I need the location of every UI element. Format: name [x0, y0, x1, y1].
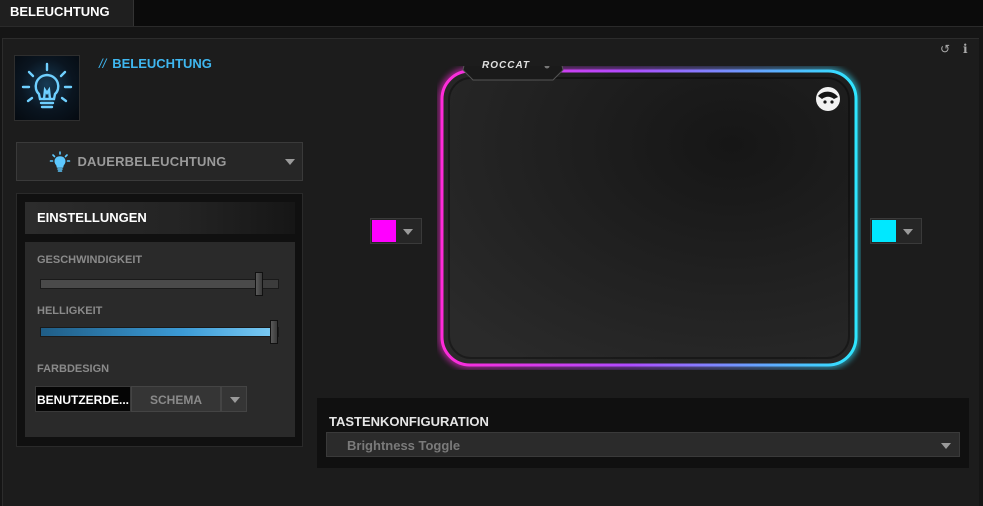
custom-design-button[interactable]: BENUTZERDE... [35, 386, 131, 412]
chevron-down-icon [941, 443, 951, 449]
speed-slider[interactable] [40, 272, 279, 296]
key-configuration-value: Brightness Toggle [347, 438, 461, 453]
top-tab-bar: BELEUCHTUNG [0, 0, 983, 27]
brightness-label: HELLIGKEIT [37, 305, 103, 317]
chevron-down-icon [285, 159, 295, 165]
colordesign-dropdown-button[interactable] [221, 386, 247, 412]
lightbulb-icon [21, 62, 73, 109]
info-icon[interactable]: i [963, 42, 968, 56]
lighting-icon-box [14, 55, 80, 121]
chevron-down-icon [903, 229, 913, 235]
mousepad-illustration [438, 51, 860, 369]
key-configuration-title: TASTENKONFIGURATION [329, 414, 489, 429]
brightness-slider-thumb[interactable] [270, 320, 278, 344]
colordesign-label: FARBDESIGN [37, 363, 110, 375]
mousepad-brand-text: ROCCAT [482, 60, 531, 71]
speed-slider-thumb[interactable] [255, 272, 263, 296]
page-title: // BELEUCHTUNG [99, 56, 212, 71]
mousepad-preview [437, 51, 861, 370]
scheme-button[interactable]: SCHEMA [131, 386, 221, 412]
tab-beleuchtung[interactable]: BELEUCHTUNG [0, 0, 134, 26]
brightness-slider[interactable] [40, 320, 279, 344]
speed-slider-fill [41, 280, 259, 288]
chevron-down-icon [403, 229, 413, 235]
chevron-down-icon [230, 397, 240, 403]
speed-label: GESCHWINDIGKEIT [37, 254, 143, 266]
right-color-picker[interactable] [870, 218, 922, 244]
lighting-mode-label: DAUERBELEUCHTUNG [77, 154, 227, 169]
settings-header: EINSTELLUNGEN [25, 202, 295, 234]
roccat-logo-icon [816, 87, 840, 111]
page-title-text: BELEUCHTUNG [112, 56, 212, 71]
left-color-swatch[interactable] [372, 220, 396, 242]
left-color-picker[interactable] [370, 218, 422, 244]
reset-icon[interactable]: ↺ [940, 42, 950, 56]
key-configuration-panel: TASTENKONFIGURATION Brightness Toggle [317, 398, 969, 468]
brightness-slider-fill [41, 328, 278, 336]
right-color-swatch[interactable] [872, 220, 896, 242]
lighting-mode-dropdown[interactable]: DAUERBELEUCHTUNG [16, 142, 303, 181]
key-configuration-dropdown[interactable]: Brightness Toggle [326, 432, 960, 457]
title-prefix: // [99, 56, 107, 71]
settings-panel: EINSTELLUNGEN GESCHWINDIGKEIT HELLIGKEIT… [16, 193, 303, 447]
